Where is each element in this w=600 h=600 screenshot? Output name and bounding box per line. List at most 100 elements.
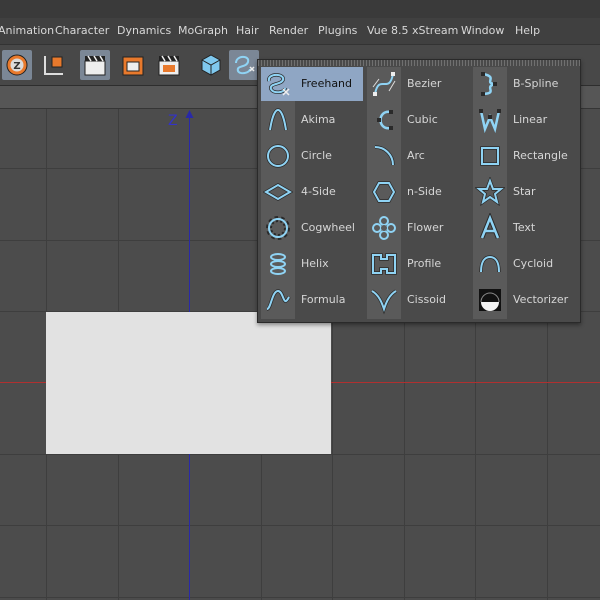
plane-object[interactable] <box>46 312 331 454</box>
spline-circle-item[interactable]: Circle <box>261 139 363 173</box>
render-region-button[interactable] <box>118 50 148 80</box>
arc-icon <box>374 145 395 166</box>
spline-4-side-item[interactable]: 4-Side <box>261 175 363 209</box>
add-spline-button[interactable] <box>229 50 259 80</box>
cubic-icon <box>377 110 393 130</box>
spline-n-side-item[interactable]: n-Side <box>367 175 469 209</box>
spline-item-label: 4-Side <box>301 185 336 198</box>
spline-cycloid-item[interactable]: Cycloid <box>473 247 575 281</box>
spline-item-label: B-Spline <box>513 77 559 90</box>
menu-plugins[interactable]: Plugins <box>318 24 357 37</box>
spline-arc-item[interactable]: Arc <box>367 139 469 173</box>
render-view-button[interactable] <box>80 50 110 80</box>
helix-icon <box>270 253 286 275</box>
render-settings-button[interactable] <box>154 50 184 80</box>
spline-item-label: Cissoid <box>407 293 446 306</box>
grid-line <box>0 525 600 526</box>
spline-formula-item[interactable]: Formula <box>261 283 363 317</box>
menu-bar: Animation Character Dynamics MoGraph Hai… <box>0 18 600 45</box>
spline-freehand-item[interactable]: Freehand <box>261 67 363 101</box>
flower-icon <box>372 216 396 240</box>
spline-item-label: Cubic <box>407 113 438 126</box>
render-region-icon <box>122 56 144 76</box>
menu-help[interactable]: Help <box>515 24 540 37</box>
menu-mograph[interactable]: MoGraph <box>178 24 228 37</box>
add-cube-button[interactable] <box>196 50 226 80</box>
n-side-icon <box>371 181 397 203</box>
svg-text:Z: Z <box>13 61 20 72</box>
menu-hair[interactable]: Hair <box>236 24 259 37</box>
spline-bezier-item[interactable]: Bezier <box>367 67 469 101</box>
window-title-strip <box>0 0 600 18</box>
cube-icon <box>201 54 221 76</box>
spline-cogwheel-item[interactable]: Cogwheel <box>261 211 363 245</box>
spline-cubic-item[interactable]: Cubic <box>367 103 469 137</box>
spline-item-label: n-Side <box>407 185 442 198</box>
z-axis-label: Z <box>168 113 178 129</box>
akima-icon <box>268 108 288 131</box>
linear-icon <box>479 109 501 134</box>
grid-line <box>0 597 600 598</box>
spline-flower-item[interactable]: Flower <box>367 211 469 245</box>
spline-pen-icon <box>235 55 255 75</box>
spline-column-3: B-Spline Linear Rectangle Star Text Cycl… <box>471 67 577 319</box>
spline-item-label: Cycloid <box>513 257 554 270</box>
text-icon <box>479 213 501 239</box>
menu-character[interactable]: Character <box>55 24 109 37</box>
profile-icon <box>371 253 397 275</box>
spline-helix-item[interactable]: Helix <box>261 247 363 281</box>
cycloid-icon <box>479 255 501 273</box>
spline-item-label: Text <box>513 221 536 234</box>
vectorizer-icon <box>479 289 501 311</box>
popup-grip-handle[interactable] <box>258 60 580 66</box>
axis-cube-icon <box>44 56 63 75</box>
axis-button[interactable] <box>38 50 68 80</box>
4-side-icon <box>263 182 293 202</box>
spline-item-label: Circle <box>301 149 332 162</box>
spline-item-label: Freehand <box>301 77 353 90</box>
coordinate-system-icon: Z <box>6 54 28 76</box>
clapper-settings-icon <box>158 55 180 76</box>
menu-render[interactable]: Render <box>269 24 308 37</box>
bezier-icon <box>372 72 396 96</box>
spline-linear-item[interactable]: Linear <box>473 103 575 137</box>
spline-item-label: Flower <box>407 221 444 234</box>
spline-star-item[interactable]: Star <box>473 175 575 209</box>
b-spline-icon <box>481 72 497 96</box>
spline-item-label: Arc <box>407 149 425 162</box>
spline-rectangle-item[interactable]: Rectangle <box>473 139 575 173</box>
menu-dynamics[interactable]: Dynamics <box>117 24 171 37</box>
spline-vectorizer-item[interactable]: Vectorizer <box>473 283 575 317</box>
cogwheel-icon <box>266 216 290 240</box>
spline-item-label: Helix <box>301 257 329 270</box>
spline-text-item[interactable]: Text <box>473 211 575 245</box>
spline-item-label: Formula <box>301 293 346 306</box>
world-coordinates-button[interactable]: Z <box>2 50 32 80</box>
spline-akima-item[interactable]: Akima <box>261 103 363 137</box>
clapper-icon <box>84 55 106 76</box>
spline-item-label: Linear <box>513 113 548 126</box>
circle-icon <box>266 144 290 168</box>
cissoid-icon <box>371 289 397 315</box>
spline-cissoid-item[interactable]: Cissoid <box>367 283 469 317</box>
menu-window[interactable]: Window <box>461 24 504 37</box>
spline-column-1: Freehand Akima Circle 4-Side Cogwheel He… <box>259 67 365 319</box>
formula-icon <box>266 289 291 311</box>
spline-column-2: Bezier Cubic Arc n-Side Flower Profile C… <box>365 67 471 319</box>
spline-tools-popup: Freehand Akima Circle 4-Side Cogwheel He… <box>257 59 581 323</box>
spline-profile-item[interactable]: Profile <box>367 247 469 281</box>
spline-item-label: Star <box>513 185 536 198</box>
spline-item-label: Bezier <box>407 77 442 90</box>
grid-line <box>0 454 600 455</box>
menu-animation[interactable]: Animation <box>0 24 54 37</box>
freehand-icon <box>267 73 290 96</box>
spline-item-label: Profile <box>407 257 442 270</box>
spline-item-label: Akima <box>301 113 336 126</box>
spline-item-label: Vectorizer <box>513 293 569 306</box>
spline-item-label: Rectangle <box>513 149 568 162</box>
z-axis-arrow-icon <box>185 110 194 118</box>
menu-vue-xstream[interactable]: Vue 8.5 xStream <box>367 24 458 37</box>
spline-item-label: Cogwheel <box>301 221 355 234</box>
spline-b-spline-item[interactable]: B-Spline <box>473 67 575 101</box>
star-icon <box>475 177 505 207</box>
